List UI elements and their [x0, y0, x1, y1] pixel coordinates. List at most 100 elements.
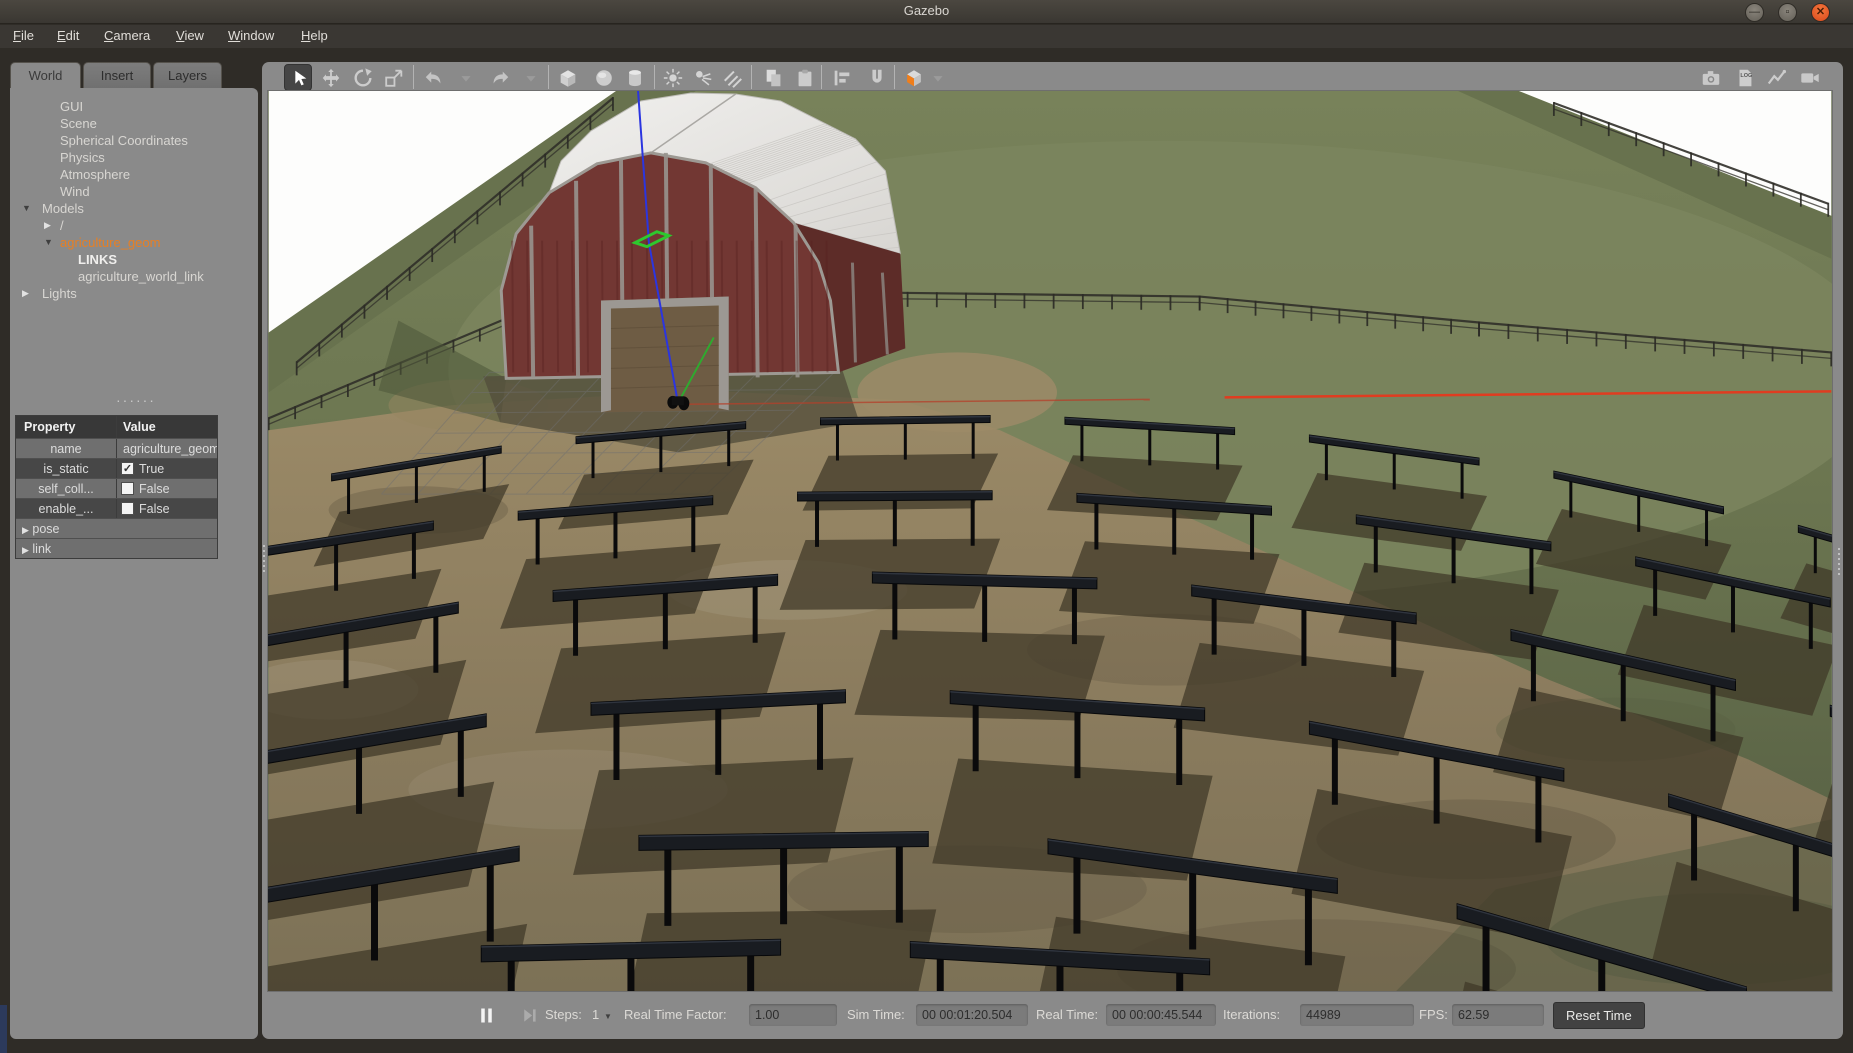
chevron-right-icon[interactable]: ▶: [22, 525, 29, 535]
screenshot-button[interactable]: [1697, 64, 1725, 91]
property-name: is_static: [16, 459, 116, 478]
pause-icon: [476, 1005, 497, 1026]
select-tool[interactable]: [284, 64, 312, 91]
align-tool[interactable]: [828, 64, 856, 91]
insert-sphere-tool[interactable]: [590, 64, 618, 91]
table-row-self_coll[interactable]: self_coll...False: [16, 478, 217, 498]
menu-window[interactable]: Window: [228, 28, 274, 43]
property-value: False: [116, 499, 217, 518]
chevron-right-icon[interactable]: ▶: [22, 545, 29, 555]
tab-world[interactable]: World: [10, 62, 81, 89]
tree-item-label: /: [60, 218, 64, 233]
checkbox-checked-icon[interactable]: ✓: [121, 462, 134, 475]
view-angle-dropdown[interactable]: [929, 64, 943, 91]
simulation-status-bar: Steps:1▼Real Time Factor:1.00Sim Time:00…: [262, 992, 1843, 1039]
rotate-tool[interactable]: [349, 64, 377, 91]
close-icon[interactable]: ✕: [1811, 3, 1830, 22]
steps-dropdown-icon[interactable]: ▼: [604, 1012, 612, 1021]
chevron-down-icon[interactable]: ▼: [44, 237, 53, 247]
plot-button[interactable]: [1763, 64, 1791, 91]
table-row-is_static[interactable]: is_static✓True: [16, 458, 217, 478]
table-row-name[interactable]: nameagriculture_geom: [16, 438, 217, 458]
menu-file[interactable]: File: [13, 28, 34, 43]
menu-help[interactable]: Help: [301, 28, 328, 43]
steps-value[interactable]: 1: [592, 1007, 599, 1022]
tree-item-scene[interactable]: Scene: [10, 116, 258, 133]
left-splitter-handle[interactable]: [263, 545, 265, 572]
title-bar[interactable]: Gazebo — ▫ ✕: [0, 0, 1853, 24]
menu-bar: File Edit Camera View Window Help: [0, 25, 1853, 48]
table-row-enable_[interactable]: enable_...False: [16, 498, 217, 518]
dropdown-icon: [520, 67, 542, 89]
tree-item-label: Spherical Coordinates: [60, 133, 188, 148]
plot-icon: [1766, 67, 1788, 89]
tab-layers[interactable]: Layers: [153, 62, 222, 88]
reset-time-button[interactable]: Reset Time: [1553, 1002, 1645, 1029]
copy-button[interactable]: [760, 64, 788, 91]
log-record-button[interactable]: LOG: [1731, 64, 1759, 91]
point-light-icon: [662, 67, 684, 89]
checkbox-unchecked-icon[interactable]: [121, 502, 134, 515]
translate-tool[interactable]: [317, 64, 345, 91]
property-value: ✓True: [116, 459, 217, 478]
tree-item-gui[interactable]: GUI: [10, 99, 258, 116]
checkbox-unchecked-icon[interactable]: [121, 482, 134, 495]
view-angle-icon: [903, 67, 925, 89]
panel-splitter-handle[interactable]: ······: [114, 396, 158, 404]
menu-camera[interactable]: Camera: [104, 28, 150, 43]
spot-light-icon: [692, 67, 714, 89]
chevron-right-icon[interactable]: ▶: [22, 288, 29, 299]
directional-light-tool[interactable]: [719, 64, 747, 91]
redo-history-dropdown[interactable]: [522, 64, 536, 91]
tree-item-label: Atmosphere: [60, 167, 130, 182]
dropdown-icon: [455, 67, 477, 89]
checkbox-value-label: False: [139, 499, 170, 518]
toolbar-separator: [894, 65, 895, 89]
redo-button[interactable]: [486, 64, 514, 91]
directional-light-icon: [722, 67, 744, 89]
tree-item-spherical-coordinates[interactable]: Spherical Coordinates: [10, 133, 258, 150]
step-icon: [519, 1005, 540, 1026]
tree-item-physics[interactable]: Physics: [10, 150, 258, 167]
view-angle-tool[interactable]: [900, 64, 928, 91]
menu-edit[interactable]: Edit: [57, 28, 79, 43]
spot-light-tool[interactable]: [689, 64, 717, 91]
real-time-factor-value[interactable]: 1.00: [749, 1004, 837, 1026]
step-button[interactable]: [519, 1005, 540, 1026]
viewport-3d-scene[interactable]: [267, 90, 1833, 992]
tree-item-label: Lights: [42, 286, 77, 301]
chevron-down-icon[interactable]: ▼: [22, 203, 31, 213]
box-icon: [557, 67, 579, 89]
scale-tool[interactable]: [380, 64, 408, 91]
fps-value: 62.59: [1452, 1004, 1544, 1026]
snap-tool[interactable]: [863, 64, 891, 91]
point-light-tool[interactable]: [659, 64, 687, 91]
tree-item-lights[interactable]: ▶ Lights: [10, 286, 258, 303]
table-row-link[interactable]: ▶ link: [16, 538, 217, 558]
video-record-button[interactable]: [1796, 64, 1824, 91]
align-icon: [831, 67, 853, 89]
paste-button[interactable]: [791, 64, 819, 91]
tree-item-models[interactable]: ▼Models: [10, 201, 258, 218]
minimize-icon[interactable]: —: [1745, 3, 1764, 22]
tree-item-agriculture-world-link[interactable]: agriculture_world_link: [10, 269, 258, 286]
pause-button[interactable]: [476, 1005, 497, 1026]
table-row-pose[interactable]: ▶ pose: [16, 518, 217, 538]
undo-button[interactable]: [420, 64, 448, 91]
tree-item-atmosphere[interactable]: Atmosphere: [10, 167, 258, 184]
chevron-right-icon[interactable]: ▶: [44, 220, 51, 231]
maximize-icon[interactable]: ▫: [1778, 3, 1797, 22]
tree-item-agriculture-geom[interactable]: ▼agriculture_geom: [10, 235, 258, 252]
tree-item--[interactable]: ▶/: [10, 218, 258, 235]
tree-item-links[interactable]: LINKS: [10, 252, 258, 269]
tree-item-wind[interactable]: Wind: [10, 184, 258, 201]
tab-insert[interactable]: Insert: [83, 62, 151, 88]
property-table-header: PropertyValue: [16, 416, 217, 438]
menu-view[interactable]: View: [176, 28, 204, 43]
insert-cylinder-tool[interactable]: [621, 64, 649, 91]
insert-box-tool[interactable]: [554, 64, 582, 91]
iterations-value: 44989: [1300, 1004, 1414, 1026]
right-splitter-handle[interactable]: [1838, 548, 1840, 575]
steps-label: Steps:: [545, 1007, 582, 1022]
undo-history-dropdown[interactable]: [457, 64, 471, 91]
